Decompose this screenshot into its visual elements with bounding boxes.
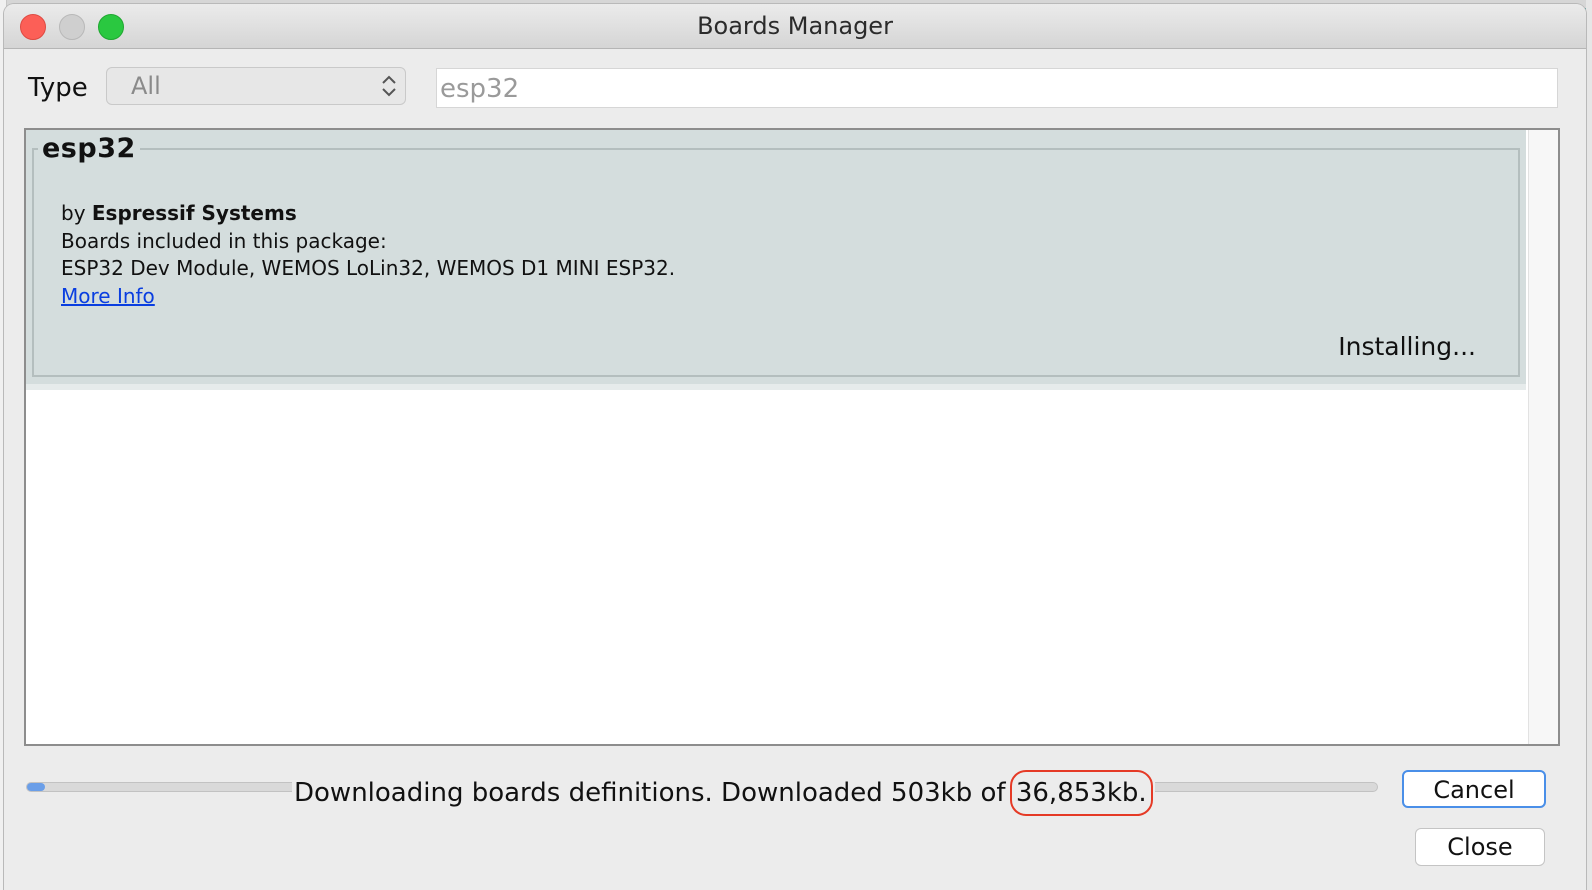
author-name: Espressif Systems <box>91 201 297 225</box>
select-chevron-icon <box>382 75 396 97</box>
window-title: Boards Manager <box>697 12 893 40</box>
cancel-button[interactable]: Cancel <box>1402 770 1546 808</box>
type-label: Type <box>28 73 88 103</box>
package-author: by Espressif Systems <box>61 200 297 226</box>
list-item[interactable]: by Espressif Systems Boards included in … <box>26 130 1526 390</box>
close-button[interactable]: Close <box>1415 828 1545 866</box>
status-message: Downloading boards definitions. Download… <box>294 778 1006 808</box>
package-name: esp32 <box>38 134 140 164</box>
boards-list-text: ESP32 Dev Module, WEMOS LoLin32, WEMOS D… <box>61 256 676 280</box>
background-window-edge-right <box>1586 0 1592 890</box>
type-select[interactable]: All <box>106 67 406 105</box>
search-input[interactable]: esp32 <box>436 68 1558 108</box>
boards-list: by Espressif Systems Boards included in … <box>24 128 1560 746</box>
install-status: Installing... <box>1338 332 1476 361</box>
download-progress-fill <box>27 783 45 791</box>
status-text: Downloading boards definitions. Download… <box>292 770 1155 816</box>
list-scrollbar[interactable] <box>1528 130 1558 744</box>
total-size-highlight: 36,853kb. <box>1009 770 1153 816</box>
type-select-value: All <box>131 72 161 100</box>
title-bar: Boards Manager <box>4 4 1586 49</box>
boards-heading: Boards included in this package: <box>61 229 387 253</box>
package-panel: by Espressif Systems Boards included in … <box>32 148 1520 377</box>
search-input-value: esp32 <box>440 74 520 104</box>
boards-manager-window: Boards Manager Type All esp32 by Espress… <box>4 4 1586 890</box>
more-info-link[interactable]: More Info <box>61 283 155 309</box>
author-prefix: by <box>61 201 86 225</box>
